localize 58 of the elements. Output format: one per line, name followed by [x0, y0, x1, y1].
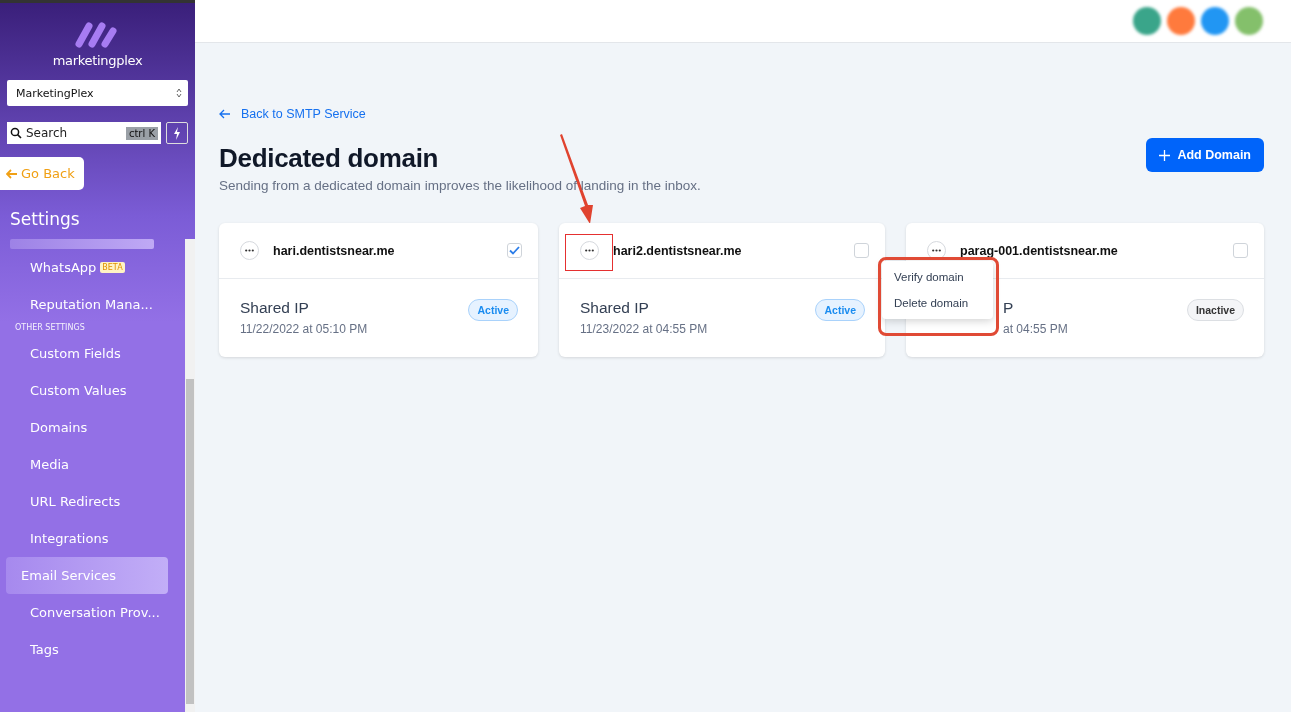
sidebar-item[interactable]: Conversation Prov... — [6, 594, 168, 631]
go-back-button[interactable]: Go Back — [0, 157, 84, 190]
sidebar-item[interactable]: Email Services — [6, 557, 168, 594]
status-badge: Active — [468, 299, 518, 321]
back-link[interactable]: Back to SMTP Service — [219, 107, 366, 121]
sidebar-item[interactable]: Integrations — [6, 520, 168, 557]
avatar-icon[interactable] — [1133, 7, 1161, 35]
arrow-left-icon — [6, 168, 18, 179]
sidebar-item[interactable]: URL Redirects — [6, 483, 168, 520]
plus-icon — [1159, 149, 1171, 161]
checkmark-icon — [509, 246, 520, 255]
page-title: Dedicated domain — [219, 143, 440, 174]
domain-name: hari.dentistsnear.me — [273, 243, 396, 258]
menu-item[interactable]: Delete domain — [882, 290, 993, 316]
status-badge: Inactive — [1186, 299, 1244, 321]
account-selector[interactable]: MarketingPlex — [7, 80, 188, 106]
created-date: 11/22/2022 at 05:10 PM — [240, 322, 368, 336]
domain-name: parag-001.dentistsnear.me — [960, 243, 1119, 258]
avatar-icon[interactable] — [1167, 7, 1195, 35]
checkbox[interactable] — [854, 243, 869, 258]
sidebar-item[interactable]: Custom Values — [6, 372, 168, 409]
section-title: Settings — [10, 209, 81, 229]
domain-name: hari2.dentistsnear.me — [613, 243, 743, 258]
checkbox[interactable] — [1233, 243, 1248, 258]
lightning-icon — [173, 126, 181, 140]
search-icon — [10, 127, 22, 139]
more-options-button[interactable] — [580, 241, 599, 260]
section-heading: OTHER SETTINGS — [14, 323, 86, 334]
ellipsis-icon — [245, 249, 254, 252]
more-options-button[interactable] — [240, 241, 259, 260]
sidebar-item[interactable]: Tags — [6, 631, 168, 668]
chevron-updown-icon — [176, 88, 182, 98]
page-subtitle: Sending from a dedicated domain improves the likelihood of landing in the inbox. — [219, 178, 701, 193]
created-date: at 04:55 PM — [1003, 322, 1068, 336]
search-box[interactable]: Search ctrl K — [7, 122, 161, 144]
ellipsis-icon — [585, 249, 594, 252]
ip-type: P — [1003, 299, 1015, 317]
created-date: 11/23/2022 at 04:55 PM — [580, 322, 708, 336]
sidebar-item[interactable]: Custom Fields — [6, 335, 168, 372]
scrollbar[interactable] — [185, 239, 195, 712]
brand-name: marketingplex — [52, 53, 143, 68]
status-badge: Active — [815, 299, 865, 321]
ellipsis-icon — [932, 249, 941, 252]
beta-badge: BETA — [100, 262, 125, 273]
sidebar-item[interactable]: WhatsApp BETA — [6, 249, 168, 286]
add-domain-button[interactable]: Add Domain — [1146, 138, 1264, 172]
avatar-icon[interactable] — [1201, 7, 1229, 35]
sidebar-item[interactable]: Media — [6, 446, 168, 483]
checkbox[interactable] — [507, 243, 522, 258]
avatar-icon[interactable] — [1235, 7, 1263, 35]
ip-type: Shared IP — [580, 299, 650, 317]
sidebar-item[interactable]: Reputation Mana... — [6, 286, 168, 323]
shortcut-hint: ctrl K — [125, 126, 158, 140]
arrow-left-icon — [219, 109, 231, 119]
sidebar-item[interactable]: Domains — [6, 409, 168, 446]
menu-item[interactable]: Verify domain — [882, 264, 993, 290]
ip-type: Shared IP — [240, 299, 310, 317]
quick-action-button[interactable] — [166, 122, 188, 144]
